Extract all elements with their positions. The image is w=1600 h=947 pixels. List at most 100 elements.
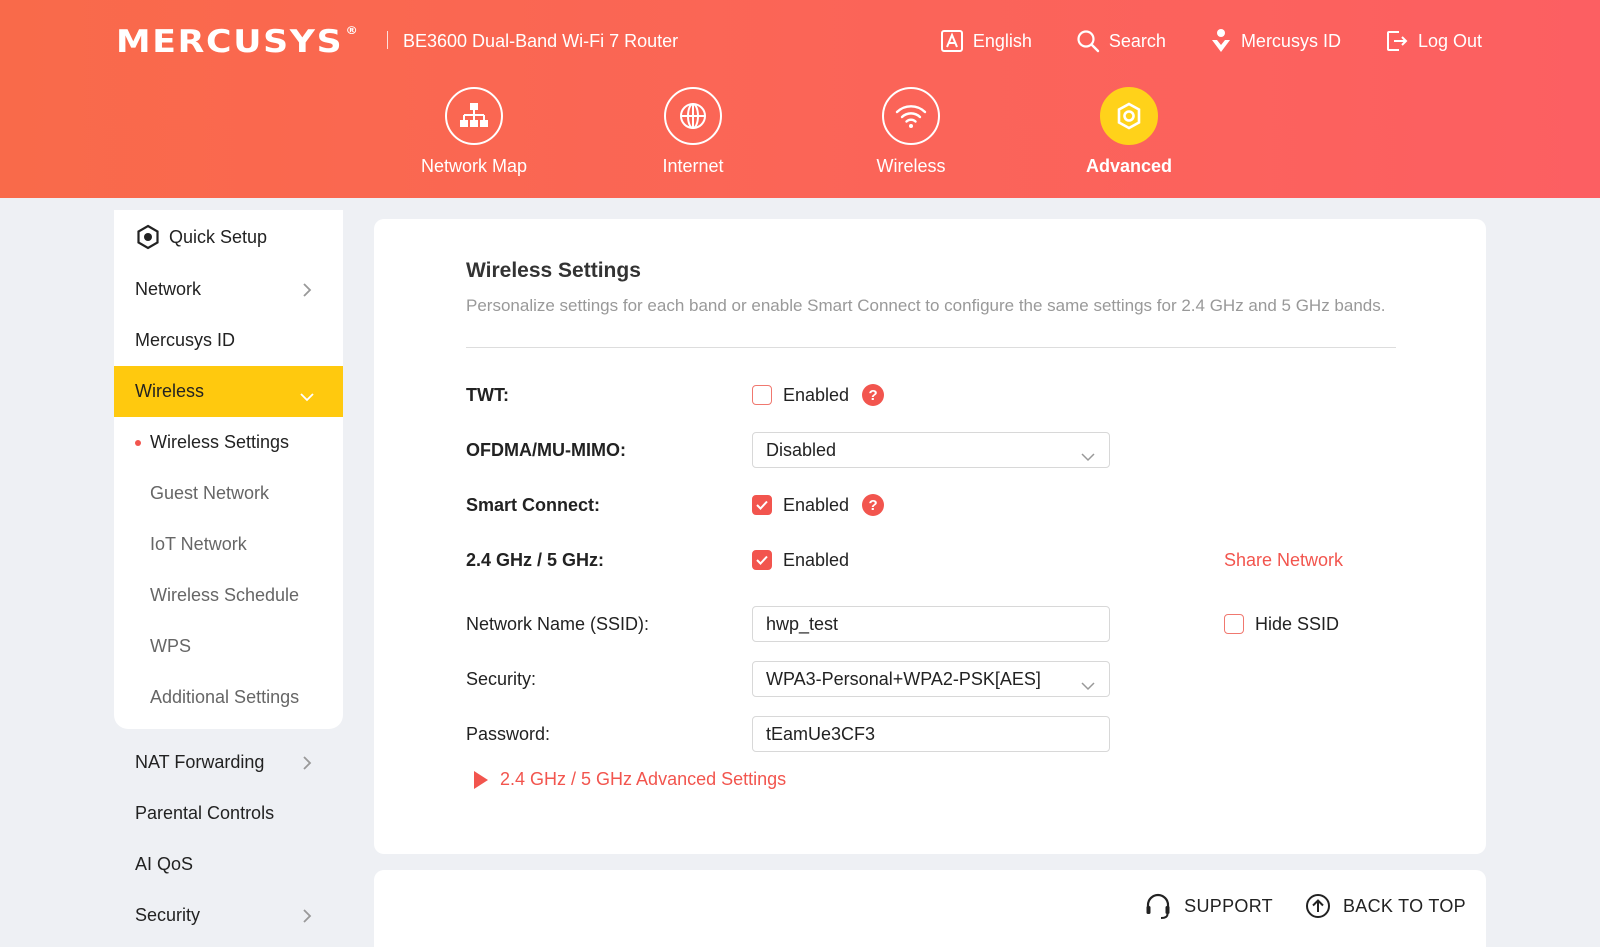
page-title: Wireless Settings: [466, 259, 641, 282]
footer-card: SUPPORT BACK TO TOP: [374, 870, 1486, 947]
band-row: 2.4 GHz / 5 GHz: Enabled Share Network: [466, 542, 1396, 578]
chevron-right-icon: [302, 282, 312, 303]
arrow-up-circle-icon: [1305, 893, 1331, 919]
mercusys-id-button[interactable]: Mercusys ID: [1210, 26, 1341, 56]
sidebar-item-ai-qos[interactable]: AI QoS: [114, 839, 343, 890]
nav-label: Wireless: [876, 156, 946, 176]
sidebar-item-label: Parental Controls: [135, 803, 275, 823]
ssid-label: Network Name (SSID):: [466, 614, 650, 634]
product-title: BE3600 Dual-Band Wi-Fi 7 Router: [403, 31, 679, 51]
sidebar-sub-label: IoT Network: [150, 534, 247, 554]
section-divider: [466, 347, 1396, 348]
support-label: SUPPORT: [1184, 895, 1273, 916]
ssid-value: hwp_test: [766, 613, 839, 634]
search-button[interactable]: Search: [1076, 26, 1166, 56]
search-icon: [1076, 29, 1100, 53]
sidebar-sub-additional-settings[interactable]: Additional Settings: [114, 672, 343, 729]
logout-label: Log Out: [1417, 30, 1482, 51]
help-icon[interactable]: ?: [862, 494, 885, 516]
band-label: 2.4 GHz / 5 GHz:: [466, 550, 605, 570]
headset-icon: [1144, 892, 1172, 920]
security-select[interactable]: WPA3-Personal+WPA2-PSK[AES]: [752, 661, 1110, 697]
sidebar-item-parental-controls[interactable]: Parental Controls: [114, 788, 343, 839]
search-label: Search: [1108, 30, 1166, 51]
chevron-down-icon: [1081, 675, 1095, 696]
nav-label: Network Map: [420, 156, 528, 176]
checkmark-icon: [756, 500, 768, 510]
support-link[interactable]: SUPPORT: [1144, 892, 1273, 920]
advanced-settings-link[interactable]: 2.4 GHz / 5 GHz Advanced Settings: [466, 769, 786, 790]
sidebar-card: Quick Setup Network Mercusys ID Wireless…: [114, 210, 343, 729]
sidebar: Quick Setup Network Mercusys ID Wireless…: [114, 210, 343, 941]
wireless-settings-card: Wireless Settings Personalize settings f…: [374, 219, 1486, 854]
ssid-input[interactable]: hwp_test: [752, 606, 1110, 642]
hide-ssid-checkbox[interactable]: [1224, 614, 1244, 634]
language-label: English: [972, 30, 1032, 51]
nav-wireless[interactable]: Wireless: [841, 87, 981, 177]
smart-connect-checkbox[interactable]: [752, 495, 772, 515]
security-label: Security:: [466, 669, 537, 689]
header-bar: MERCUSYS ® BE3600 Dual-Band Wi-Fi 7 Route…: [0, 0, 1600, 198]
sidebar-item-wireless[interactable]: Wireless: [114, 366, 343, 417]
password-input[interactable]: tEamUe3CF3: [752, 716, 1110, 752]
nav-label: Advanced: [1085, 156, 1173, 176]
smart-connect-row: Smart Connect: Enabled ?: [466, 487, 1396, 523]
active-dot: [135, 440, 141, 446]
password-value: tEamUe3CF3: [766, 723, 876, 744]
chevron-right-icon: [302, 755, 312, 776]
language-button[interactable]: English: [940, 26, 1032, 56]
sidebar-sub-wps[interactable]: WPS: [114, 621, 343, 672]
twt-checkbox-label: Enabled: [783, 384, 850, 405]
security-row: Security: WPA3-Personal+WPA2-PSK[AES]: [466, 661, 1396, 697]
password-row: Password: tEamUe3CF3: [466, 716, 1396, 752]
nav-internet[interactable]: Internet: [623, 87, 763, 177]
sidebar-sub-iot-network[interactable]: IoT Network: [114, 519, 343, 570]
back-to-top-link[interactable]: BACK TO TOP: [1305, 892, 1466, 920]
security-value: WPA3-Personal+WPA2-PSK[AES]: [766, 668, 1041, 689]
main-nav: Network Map Internet Wireless Advanced: [0, 87, 1600, 187]
logout-button[interactable]: Log Out: [1385, 26, 1482, 56]
chevron-down-icon: [299, 386, 315, 407]
twt-checkbox[interactable]: [752, 385, 772, 405]
ofdma-label: OFDMA/MU-MIMO:: [466, 440, 626, 460]
nav-label: Internet: [662, 156, 724, 176]
checkmark-icon: [756, 555, 768, 565]
chevron-right-icon: [302, 908, 312, 929]
language-icon: [940, 29, 964, 53]
sidebar-sub-wireless-schedule[interactable]: Wireless Schedule: [114, 570, 343, 621]
sidebar-item-network[interactable]: Network: [114, 264, 343, 315]
share-network-link[interactable]: Share Network: [1224, 550, 1343, 571]
sidebar-item-label: Security: [135, 905, 201, 925]
ssid-row: Network Name (SSID): hwp_test Hide SSID: [466, 606, 1396, 642]
sidebar-item-security[interactable]: Security: [114, 890, 343, 941]
sidebar-item-label: NAT Forwarding: [135, 752, 265, 772]
account-icon: [1210, 28, 1232, 54]
sidebar-sub-label: WPS: [150, 636, 192, 656]
sidebar-sub-label: Wireless Settings: [150, 432, 290, 452]
sidebar-item-mercusys-id[interactable]: Mercusys ID: [114, 315, 343, 366]
band-checkbox-label: Enabled: [783, 549, 850, 570]
top-links: English Search Mercusys ID Log Out: [940, 26, 1482, 56]
twt-row: TWT: Enabled ?: [466, 377, 1396, 413]
sidebar-sub-label: Wireless Schedule: [150, 585, 300, 605]
nav-advanced[interactable]: Advanced: [1059, 87, 1199, 177]
help-icon[interactable]: ?: [862, 384, 885, 406]
sidebar-item-quick-setup[interactable]: Quick Setup: [114, 210, 343, 264]
sidebar-item-label: Network: [135, 279, 202, 299]
sidebar-sub-wireless-settings[interactable]: Wireless Settings: [114, 417, 343, 468]
sidebar-item-nat-forwarding[interactable]: NAT Forwarding: [114, 737, 343, 788]
logout-icon: [1385, 29, 1409, 53]
wifi-icon: [882, 87, 940, 145]
ofdma-row: OFDMA/MU-MIMO: Disabled: [466, 432, 1396, 468]
nav-network-map[interactable]: Network Map: [404, 87, 544, 177]
band-checkbox[interactable]: [752, 550, 772, 570]
expand-triangle-icon: [474, 770, 488, 789]
quick-setup-icon: [135, 224, 161, 250]
back-to-top-label: BACK TO TOP: [1342, 895, 1466, 916]
sidebar-sub-label: Additional Settings: [150, 687, 300, 707]
ofdma-value: Disabled: [766, 439, 837, 460]
sidebar-sub-guest-network[interactable]: Guest Network: [114, 468, 343, 519]
ofdma-select[interactable]: Disabled: [752, 432, 1110, 468]
smart-connect-checkbox-label: Enabled: [783, 494, 850, 515]
sidebar-item-label: AI QoS: [135, 854, 194, 874]
